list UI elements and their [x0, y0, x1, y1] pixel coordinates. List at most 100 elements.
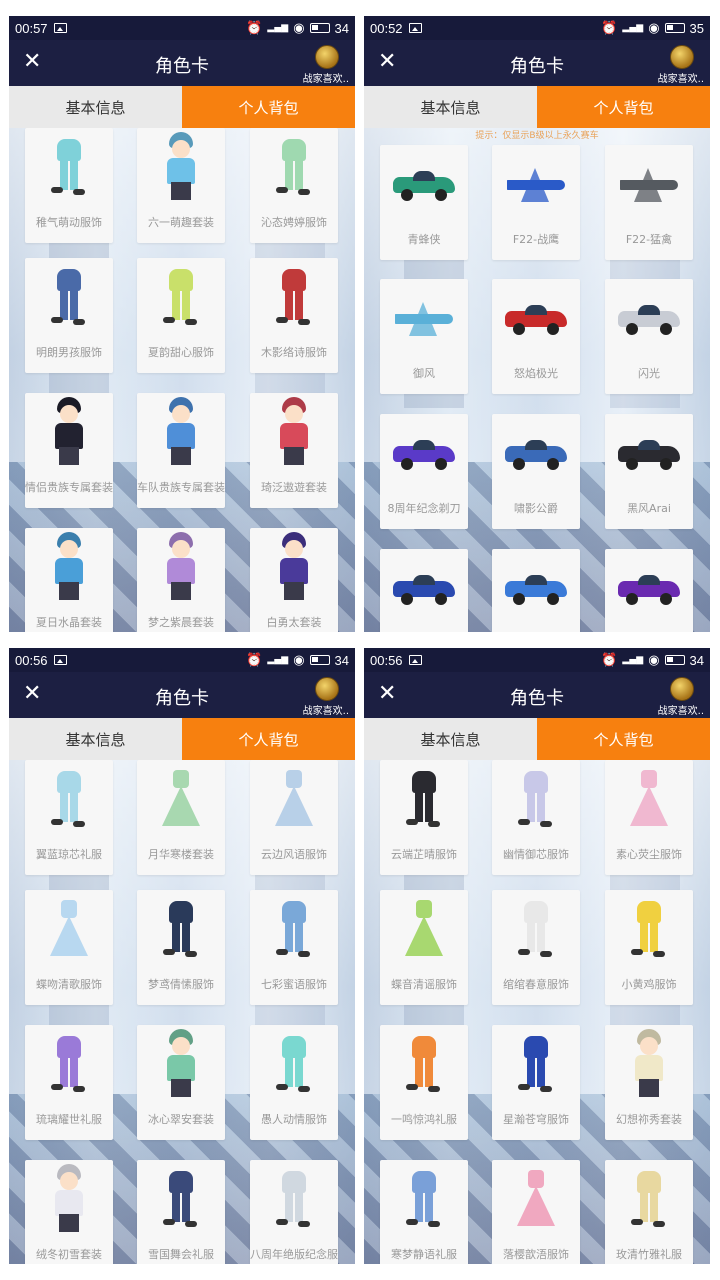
- bag-item-card[interactable]: 六一萌趣套装: [137, 128, 225, 243]
- bag-item-card[interactable]: 落樱歆浯服饰: [492, 1160, 580, 1264]
- bag-item-card[interactable]: 小黄鸡服饰: [605, 890, 693, 1005]
- item-thumbnail: [605, 760, 693, 838]
- car-icon: [616, 436, 682, 470]
- outfit-top: [57, 269, 81, 291]
- tab-personal-bag[interactable]: 个人背包: [537, 718, 710, 760]
- tab-basic-info[interactable]: 基本信息: [364, 718, 537, 760]
- item-name: 8周年纪念剃刀: [387, 502, 461, 515]
- bag-item-card[interactable]: 夏日水晶套装: [25, 528, 113, 632]
- bag-item-card[interactable]: 情侣贵族专属套装: [25, 393, 113, 508]
- bag-item-card[interactable]: 木影络诗服饰: [250, 258, 338, 373]
- notification-icon: ◉: [293, 652, 305, 668]
- tab-basic-info[interactable]: 基本信息: [9, 86, 182, 128]
- character-body: [280, 423, 308, 449]
- bag-item-card[interactable]: 黑风Arai: [605, 414, 693, 529]
- character-body: [167, 1055, 195, 1081]
- battery-level: 34: [334, 652, 349, 668]
- status-time: 00:56: [370, 652, 403, 668]
- item-name: 琉璃耀世礼服: [36, 1113, 102, 1126]
- character-icon: [158, 132, 204, 202]
- bag-item-card[interactable]: 8周年纪念剃刀: [380, 414, 468, 529]
- bag-item-card[interactable]: 怒焰极光: [492, 279, 580, 394]
- bag-item-card[interactable]: 星瀚苍穹服饰: [492, 1025, 580, 1140]
- item-name: 绾绾春意服饰: [503, 978, 569, 991]
- item-name: 夏日水晶套装: [36, 616, 102, 629]
- outfit-icon: [402, 767, 446, 831]
- bag-item-card[interactable]: 蝶音清谣服饰: [380, 890, 468, 1005]
- battery-level: 35: [689, 20, 704, 36]
- item-thumbnail: [137, 128, 225, 206]
- bag-item-card[interactable]: [492, 549, 580, 632]
- bag-item-card[interactable]: 一鸣惊鸿礼服: [380, 1025, 468, 1140]
- bag-item-card[interactable]: 绾绾春意服饰: [492, 890, 580, 1005]
- bag-item-card[interactable]: 白勇太套装: [250, 528, 338, 632]
- bag-item-card[interactable]: 啸影公爵: [492, 414, 580, 529]
- bag-item-card[interactable]: 绒冬初雪套装: [25, 1160, 113, 1264]
- outfit-icon: [47, 265, 91, 329]
- battery-icon: [664, 23, 685, 33]
- bag-item-grid[interactable]: 云端芷晴服饰 幽情御芯服饰 素心荧尘服饰蝶音清谣服饰 绾绾春意服饰 小黄鸡服饰一鸣惊鸿礼…: [364, 760, 710, 1264]
- character-icon: [158, 397, 204, 467]
- item-name: 玫清竹雅礼服: [616, 1248, 682, 1261]
- tab-personal-bag[interactable]: 个人背包: [182, 86, 355, 128]
- bag-item-grid[interactable]: 提示：仅显示B级以上永久赛车 青蜂侠 F22-战鹰 F22-猛禽 御风 怒焰极光 闪光 8周年…: [364, 128, 710, 632]
- item-thumbnail: [605, 414, 693, 492]
- avatar[interactable]: [670, 677, 694, 701]
- avatar[interactable]: [315, 677, 339, 701]
- item-name: 落樱歆浯服饰: [503, 1248, 569, 1261]
- bag-item-card[interactable]: 青蜂侠: [380, 145, 468, 260]
- bag-item-card[interactable]: 御风: [380, 279, 468, 394]
- outfit-top: [412, 1036, 436, 1058]
- bag-item-card[interactable]: 幻想祢秀套装: [605, 1025, 693, 1140]
- bag-item-card[interactable]: 闪光: [605, 279, 693, 394]
- outfit-icon: [514, 767, 558, 831]
- bag-item-card[interactable]: 玫清竹雅礼服: [605, 1160, 693, 1264]
- bag-item-card[interactable]: 幽情御芯服饰: [492, 760, 580, 875]
- item-name: 蝶音清谣服饰: [391, 978, 457, 991]
- bag-item-card[interactable]: [605, 549, 693, 632]
- tab-bar: 基本信息 个人背包: [364, 86, 710, 128]
- bag-item-card[interactable]: 寒梦静语礼服: [380, 1160, 468, 1264]
- bag-item-grid[interactable]: 稚气萌动服饰 六一萌趣套装 沁态娉婷服饰明朗男孩服饰 夏韵甜心服饰 木影络诗服饰情侣贵族…: [9, 128, 355, 632]
- tab-personal-bag[interactable]: 个人背包: [537, 86, 710, 128]
- bag-item-card[interactable]: 云边风语服饰: [250, 760, 338, 875]
- bag-item-card[interactable]: F22-猛禽: [605, 145, 693, 260]
- bag-item-card[interactable]: 蝶吻清歌服饰: [25, 890, 113, 1005]
- bag-item-card[interactable]: 稚气萌动服饰: [25, 128, 113, 243]
- bag-item-card[interactable]: 素心荧尘服饰: [605, 760, 693, 875]
- outfit-top: [282, 1171, 306, 1193]
- bag-item-card[interactable]: 车队贵族专属套装: [137, 393, 225, 508]
- bag-item-card[interactable]: 夏韵甜心服饰: [137, 258, 225, 373]
- bag-item-card[interactable]: 冰心翠安套装: [137, 1025, 225, 1140]
- item-thumbnail: [605, 1025, 693, 1103]
- character-body: [55, 558, 83, 584]
- bag-item-card[interactable]: 梦鸢倩愫服饰: [137, 890, 225, 1005]
- bag-item-card[interactable]: 愚人动情服饰: [250, 1025, 338, 1140]
- bag-item-grid[interactable]: 翼蓝琼芯礼服 月华寒楼套装 云边风语服饰蝶吻清歌服饰 梦鸢倩愫服饰 七彩蜜语服饰琉璃耀世…: [9, 760, 355, 1264]
- outfit-icon: [159, 1167, 203, 1231]
- battery-level: 34: [334, 20, 349, 36]
- tab-personal-bag[interactable]: 个人背包: [182, 718, 355, 760]
- bag-item-card[interactable]: [380, 549, 468, 632]
- bag-item-card[interactable]: 沁态娉婷服饰: [250, 128, 338, 243]
- avatar[interactable]: [315, 45, 339, 69]
- bag-item-card[interactable]: F22-战鹰: [492, 145, 580, 260]
- bag-item-card[interactable]: 雪国舞会礼服: [137, 1160, 225, 1264]
- avatar[interactable]: [670, 45, 694, 69]
- bag-item-card[interactable]: 琉璃耀世礼服: [25, 1025, 113, 1140]
- bag-item-card[interactable]: 琦泛遨遊套装: [250, 393, 338, 508]
- tab-basic-info[interactable]: 基本信息: [364, 86, 537, 128]
- bag-item-card[interactable]: 翼蓝琼芯礼服: [25, 760, 113, 875]
- item-thumbnail: [605, 279, 693, 357]
- outfit-icon: [47, 1032, 91, 1096]
- bag-item-card[interactable]: 月华寒楼套装: [137, 760, 225, 875]
- item-thumbnail: [380, 414, 468, 492]
- bag-item-card[interactable]: 七彩蜜语服饰: [250, 890, 338, 1005]
- character-icon: [158, 532, 204, 602]
- bag-item-card[interactable]: 明朗男孩服饰: [25, 258, 113, 373]
- tab-basic-info[interactable]: 基本信息: [9, 718, 182, 760]
- bag-item-card[interactable]: 八周年绝版纪念服: [250, 1160, 338, 1264]
- bag-item-card[interactable]: 云端芷晴服饰: [380, 760, 468, 875]
- item-thumbnail: [250, 760, 338, 838]
- bag-item-card[interactable]: 梦之紫晨套装: [137, 528, 225, 632]
